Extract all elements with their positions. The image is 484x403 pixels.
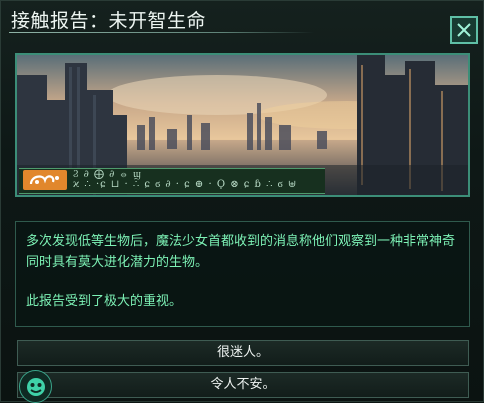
caption-script-line2: ϰ ∴ ·ɕ ⊔ · ∴ ɕ ϭ ∂ · ɕ ⊕ · Ϙ ⊗ ɕ ɓ ∴ ϭ ⊎ <box>73 179 298 190</box>
dialog-title: 接触报告：未开智生命 <box>11 10 207 32</box>
empire-logo-icon <box>23 170 67 190</box>
report-paragraph-1: 多次发现低等生物后，魔法少女首都收到的消息称他们观察到一种非常神奇同时具有莫大进… <box>26 234 456 270</box>
close-x-icon <box>457 23 471 37</box>
close-button[interactable] <box>450 16 478 44</box>
option-fascinating-button[interactable]: 很迷人。 <box>17 340 469 366</box>
contact-report-dialog: 接触报告：未开智生命 Ϩ ∂ ⨁ ∂ ⦵ ϣ ϰ ∴ ·ɕ ⊔ · ∴ ɕ ϭ … <box>0 0 484 403</box>
report-paragraph-2: 此报告受到了极大的重视。 <box>26 294 183 309</box>
species-emblem-icon <box>19 370 52 403</box>
title-underline <box>9 32 314 33</box>
report-text-panel: 多次发现低等生物后，魔法少女首都收到的消息称他们观察到一种非常神奇同时具有莫大进… <box>15 221 470 327</box>
option-unsettling-button[interactable]: 令人不安。 <box>17 372 469 398</box>
